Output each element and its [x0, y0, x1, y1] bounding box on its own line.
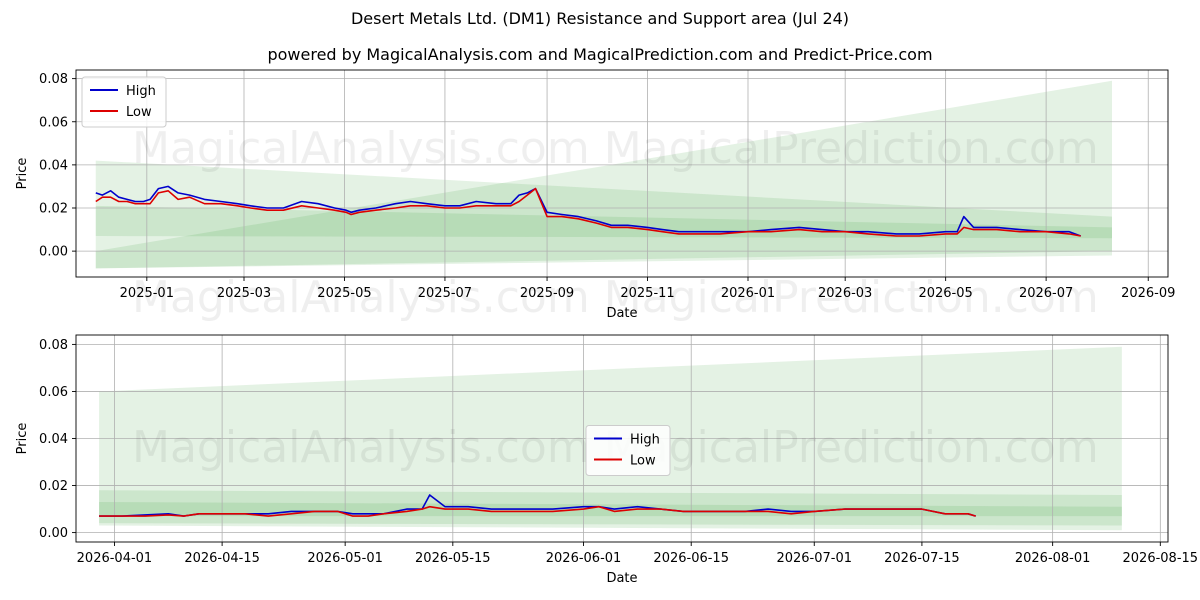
x-tick-label: 2026-08-15: [1123, 551, 1199, 566]
x-tick-label: 2026-04-15: [184, 551, 260, 566]
x-tick-label: 2026-09: [1121, 286, 1175, 301]
legend-label-high: High: [126, 84, 156, 99]
y-axis-label: Price: [15, 423, 30, 455]
x-tick-label: 2026-05: [918, 286, 972, 301]
x-tick-label: 2025-11: [620, 286, 674, 301]
x-tick-label: 2025-05: [317, 286, 371, 301]
y-tick-label: 0.02: [39, 479, 68, 494]
plot-bottom: MagicalAnalysis.com MagicalPrediction.co…: [15, 334, 1199, 586]
x-tick-label: 2026-04-01: [77, 551, 153, 566]
y-tick-label: 0.04: [39, 158, 68, 173]
legend: High Low: [81, 76, 167, 128]
y-tick-label: 0.08: [39, 338, 68, 353]
x-tick-label: 2026-08-01: [1015, 551, 1091, 566]
x-tick-label: 2026-05-01: [307, 551, 383, 566]
y-tick-label: 0.04: [39, 432, 68, 447]
y-axis-label: Price: [15, 158, 30, 190]
x-axis-label: Date: [606, 571, 637, 586]
x-tick-label: 2026-07-01: [776, 551, 852, 566]
x-tick-label: 2026-07: [1019, 286, 1073, 301]
charts-canvas: MagicalAnalysis.com MagicalPrediction.co…: [15, 69, 1199, 586]
legend-label-low: Low: [630, 454, 656, 469]
x-tick-label: 2025-07: [418, 286, 472, 301]
x-tick-label: 2026-03: [818, 286, 872, 301]
y-tick-label: 0.00: [39, 526, 68, 541]
y-tick-label: 0.06: [39, 115, 68, 130]
watermark: MagicalAnalysis.com MagicalPrediction.co…: [132, 123, 1099, 174]
x-tick-label: 2025-09: [520, 286, 574, 301]
y-tick-label: 0.08: [39, 72, 68, 87]
x-axis-label: Date: [606, 306, 637, 321]
y-tick-label: 0.06: [39, 385, 68, 400]
x-tick-label: 2025-01: [120, 286, 174, 301]
legend: High Low: [585, 425, 671, 476]
x-tick-label: 2026-07-15: [884, 551, 960, 566]
legend-label-low: Low: [126, 105, 152, 120]
legend-label-high: High: [630, 433, 660, 448]
x-tick-label: 2026-01: [721, 286, 775, 301]
y-tick-label: 0.02: [39, 202, 68, 217]
x-tick-label: 2025-03: [217, 286, 271, 301]
y-tick-label: 0.00: [39, 245, 68, 260]
plot-top: MagicalAnalysis.com MagicalPrediction.co…: [15, 69, 1175, 323]
x-tick-label: 2026-06-15: [653, 551, 729, 566]
band-group: [95, 80, 1112, 269]
x-tick-label: 2026-06-01: [546, 551, 622, 566]
x-tick-label: 2026-05-15: [415, 551, 491, 566]
